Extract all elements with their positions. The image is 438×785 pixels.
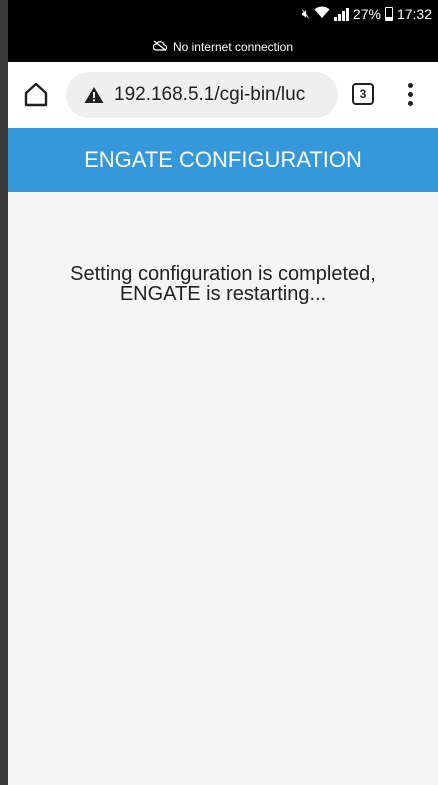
url-text: 192.168.5.1/cgi-bin/luc <box>114 84 306 105</box>
page-header: ENGATE CONFIGURATION <box>8 128 438 192</box>
device-frame-edge <box>0 0 8 785</box>
address-bar[interactable]: 192.168.5.1/cgi-bin/luc <box>66 72 338 118</box>
wifi-icon <box>314 6 330 22</box>
status-bar: 🔇︎ 27% 17:32 No internet connection <box>8 0 438 62</box>
warning-icon <box>84 87 104 103</box>
tab-count: 3 <box>359 87 367 101</box>
mute-icon: 🔇︎ <box>301 6 310 21</box>
status-message-line1: Setting configuration is completed, <box>70 263 376 285</box>
clock: 17:32 <box>396 6 432 22</box>
phone-screen: 🔇︎ 27% 17:32 No internet connection 192.… <box>8 0 438 785</box>
page-body: Setting configuration is completed, ENGA… <box>8 192 438 785</box>
status-icons: 🔇︎ 27% 17:32 <box>302 6 432 22</box>
network-notice-text: No internet connection <box>172 40 294 54</box>
battery-icon <box>384 7 393 21</box>
network-notice: No internet connection <box>8 40 438 54</box>
signal-icon <box>333 7 349 21</box>
home-icon[interactable] <box>22 80 50 108</box>
status-message-line2: ENGATE is restarting... <box>119 283 327 305</box>
status-message: Setting configuration is completed, ENGA… <box>28 264 418 304</box>
battery-percent: 27% <box>352 6 381 22</box>
browser-toolbar: 192.168.5.1/cgi-bin/luc 3 <box>8 62 438 128</box>
tabs-icon[interactable]: 3 <box>352 83 374 105</box>
cloud-off-icon <box>152 40 168 54</box>
more-vert-icon[interactable] <box>400 78 420 110</box>
page-title: ENGATE CONFIGURATION <box>84 147 362 172</box>
